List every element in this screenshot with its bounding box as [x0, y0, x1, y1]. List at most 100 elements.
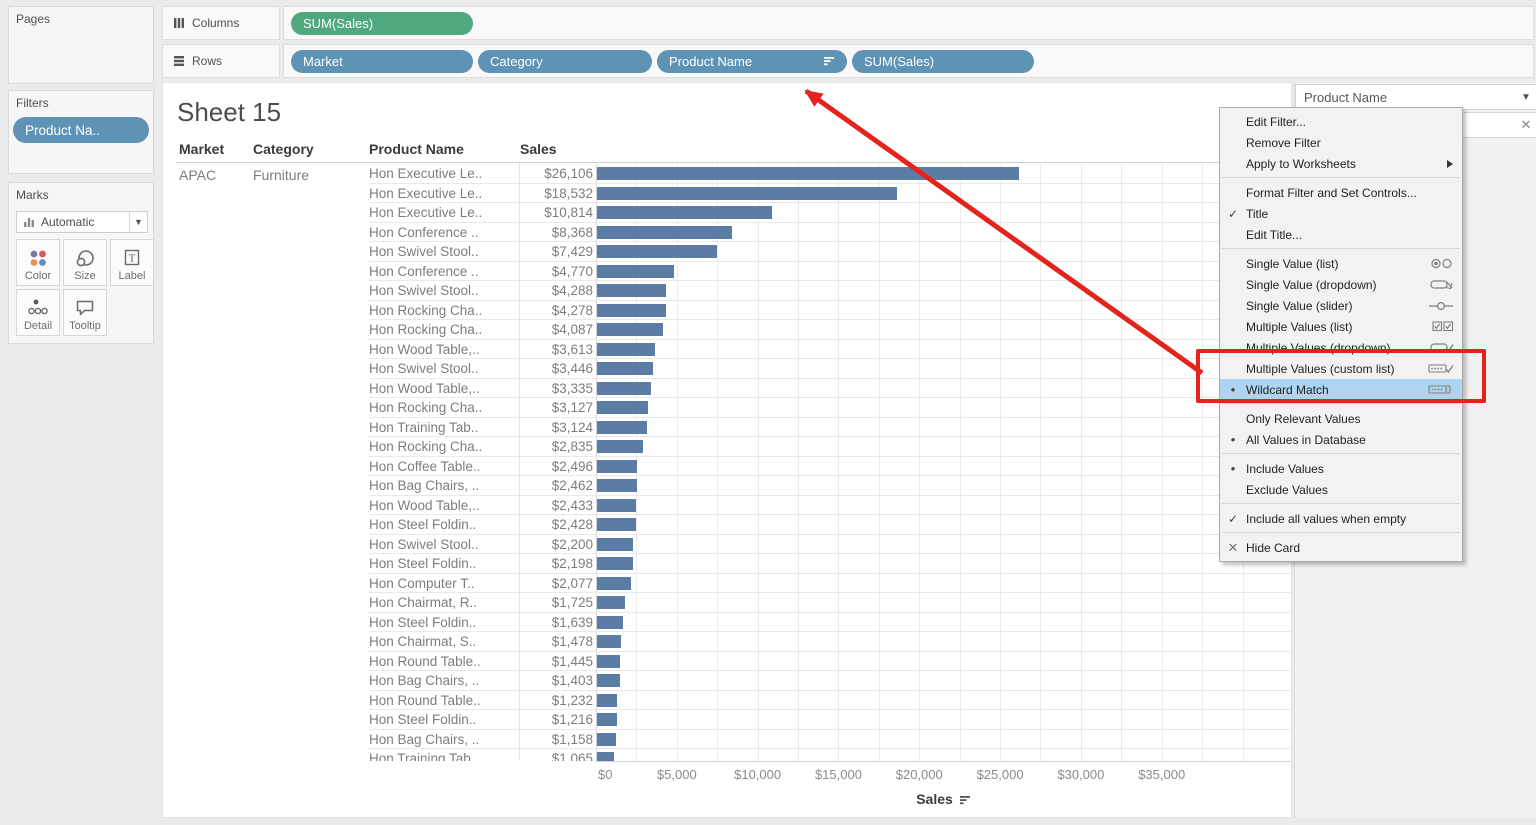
- sales-bar[interactable]: [597, 440, 643, 453]
- sales-bar[interactable]: [597, 187, 897, 200]
- detail-button[interactable]: Detail: [16, 289, 60, 336]
- product-name-cell[interactable]: Hon Steel Foldin..: [369, 615, 511, 630]
- sales-bar[interactable]: [597, 265, 674, 278]
- product-name-cell[interactable]: Hon Conference ..: [369, 264, 511, 279]
- pill-category[interactable]: Category: [478, 50, 652, 73]
- product-name-cell[interactable]: Hon Rocking Cha..: [369, 439, 511, 454]
- menu-item-exclude-values[interactable]: Exclude Values: [1220, 479, 1462, 500]
- menu-item-single-value-dropdown[interactable]: Single Value (dropdown): [1220, 274, 1462, 295]
- sort-icon[interactable]: [959, 795, 971, 805]
- sales-bar[interactable]: [597, 733, 616, 746]
- product-name-cell[interactable]: Hon Chairmat, S..: [369, 634, 511, 649]
- sales-value-cell[interactable]: $1,065: [513, 751, 593, 761]
- menu-item-only-relevant-values[interactable]: Only Relevant Values: [1220, 408, 1462, 429]
- product-name-cell[interactable]: Hon Steel Foldin..: [369, 517, 511, 532]
- product-name-cell[interactable]: Hon Swivel Stool..: [369, 283, 511, 298]
- product-name-cell[interactable]: Hon Rocking Cha..: [369, 303, 511, 318]
- pill-market[interactable]: Market: [291, 50, 473, 73]
- product-name-cell[interactable]: Hon Swivel Stool..: [369, 244, 511, 259]
- sales-value-cell[interactable]: $4,087: [513, 322, 593, 337]
- dropdown-caret-icon[interactable]: ▼: [1516, 92, 1536, 103]
- menu-item-single-value-slider[interactable]: Single Value (slider): [1220, 295, 1462, 316]
- sales-value-cell[interactable]: $1,725: [513, 595, 593, 610]
- product-name-cell[interactable]: Hon Training Tab..: [369, 420, 511, 435]
- color-button[interactable]: Color: [16, 239, 60, 286]
- sales-bar[interactable]: [597, 460, 637, 473]
- pill-sum-sales-[interactable]: SUM(Sales): [291, 12, 473, 35]
- product-name-cell[interactable]: Hon Wood Table,..: [369, 342, 511, 357]
- tooltip-button[interactable]: Tooltip: [63, 289, 107, 336]
- menu-item-edit-title[interactable]: Edit Title...: [1220, 224, 1462, 245]
- sales-bar[interactable]: [597, 206, 772, 219]
- sales-bar[interactable]: [597, 479, 637, 492]
- sales-bar[interactable]: [597, 713, 617, 726]
- sales-bar[interactable]: [597, 245, 717, 258]
- sales-bar[interactable]: [597, 421, 647, 434]
- sales-value-cell[interactable]: $1,403: [513, 673, 593, 688]
- sales-bar[interactable]: [597, 284, 666, 297]
- sales-bar[interactable]: [597, 382, 651, 395]
- product-name-cell[interactable]: Hon Swivel Stool..: [369, 361, 511, 376]
- sales-value-cell[interactable]: $1,639: [513, 615, 593, 630]
- sales-bar[interactable]: [597, 304, 666, 317]
- product-name-cell[interactable]: Hon Steel Foldin..: [369, 712, 511, 727]
- product-name-cell[interactable]: Hon Chairmat, R..: [369, 595, 511, 610]
- product-name-cell[interactable]: Hon Swivel Stool..: [369, 537, 511, 552]
- chevron-down-icon[interactable]: ▼: [129, 212, 147, 232]
- menu-item-format-filter-and-set-controls[interactable]: Format Filter and Set Controls...: [1220, 182, 1462, 203]
- sales-bar[interactable]: [597, 401, 648, 414]
- sales-value-cell[interactable]: $3,127: [513, 400, 593, 415]
- menu-item-include-all-values-when-empty[interactable]: ✓Include all values when empty: [1220, 508, 1462, 529]
- sales-bar[interactable]: [597, 499, 636, 512]
- sales-bar[interactable]: [597, 596, 625, 609]
- product-name-cell[interactable]: Hon Round Table..: [369, 693, 511, 708]
- sales-value-cell[interactable]: $2,433: [513, 498, 593, 513]
- sales-value-cell[interactable]: $7,429: [513, 244, 593, 259]
- menu-item-multiple-values-list[interactable]: Multiple Values (list): [1220, 316, 1462, 337]
- sales-bar[interactable]: [597, 694, 617, 707]
- sales-value-cell[interactable]: $2,198: [513, 556, 593, 571]
- sales-value-cell[interactable]: $2,200: [513, 537, 593, 552]
- x-axis-title[interactable]: Sales: [596, 791, 1291, 807]
- menu-item-edit-filter[interactable]: Edit Filter...: [1220, 111, 1462, 132]
- product-name-cell[interactable]: Hon Computer T..: [369, 576, 511, 591]
- menu-item-hide-card[interactable]: ✕Hide Card: [1220, 537, 1462, 558]
- product-name-cell[interactable]: Hon Executive Le..: [369, 205, 511, 220]
- filter-pill-product-name[interactable]: Product Na..: [13, 117, 149, 143]
- menu-item-include-values[interactable]: •Include Values: [1220, 458, 1462, 479]
- sales-value-cell[interactable]: $4,288: [513, 283, 593, 298]
- sales-value-cell[interactable]: $1,445: [513, 654, 593, 669]
- sales-bar[interactable]: [597, 343, 655, 356]
- sales-bar[interactable]: [597, 167, 1019, 180]
- size-button[interactable]: Size: [63, 239, 107, 286]
- sales-value-cell[interactable]: $1,232: [513, 693, 593, 708]
- product-name-cell[interactable]: Hon Coffee Table..: [369, 459, 511, 474]
- sales-value-cell[interactable]: $3,446: [513, 361, 593, 376]
- sales-bar[interactable]: [597, 323, 663, 336]
- sales-value-cell[interactable]: $26,106: [513, 166, 593, 181]
- product-name-cell[interactable]: Hon Wood Table,..: [369, 381, 511, 396]
- product-name-cell[interactable]: Hon Conference ..: [369, 225, 511, 240]
- label-button[interactable]: T Label: [110, 239, 154, 286]
- product-name-cell[interactable]: Hon Bag Chairs, ..: [369, 732, 511, 747]
- sales-bar[interactable]: [597, 635, 621, 648]
- sales-bar[interactable]: [597, 557, 633, 570]
- sales-value-cell[interactable]: $4,770: [513, 264, 593, 279]
- sales-value-cell[interactable]: $2,496: [513, 459, 593, 474]
- menu-item-apply-to-worksheets[interactable]: Apply to Worksheets: [1220, 153, 1462, 174]
- sales-value-cell[interactable]: $18,532: [513, 186, 593, 201]
- sales-bar[interactable]: [597, 362, 653, 375]
- product-name-cell[interactable]: Hon Bag Chairs, ..: [369, 478, 511, 493]
- sales-value-cell[interactable]: $1,216: [513, 712, 593, 727]
- sales-value-cell[interactable]: $2,462: [513, 478, 593, 493]
- product-name-cell[interactable]: Hon Steel Foldin..: [369, 556, 511, 571]
- close-x-icon[interactable]: ✕: [1516, 117, 1536, 133]
- sales-bar[interactable]: [597, 674, 620, 687]
- sales-value-cell[interactable]: $3,335: [513, 381, 593, 396]
- sales-value-cell[interactable]: $4,278: [513, 303, 593, 318]
- sales-value-cell[interactable]: $3,124: [513, 420, 593, 435]
- menu-item-all-values-in-database[interactable]: •All Values in Database: [1220, 429, 1462, 450]
- sales-value-cell[interactable]: $2,835: [513, 439, 593, 454]
- product-name-cell[interactable]: Hon Rocking Cha..: [369, 400, 511, 415]
- product-name-cell[interactable]: Hon Bag Chairs, ..: [369, 673, 511, 688]
